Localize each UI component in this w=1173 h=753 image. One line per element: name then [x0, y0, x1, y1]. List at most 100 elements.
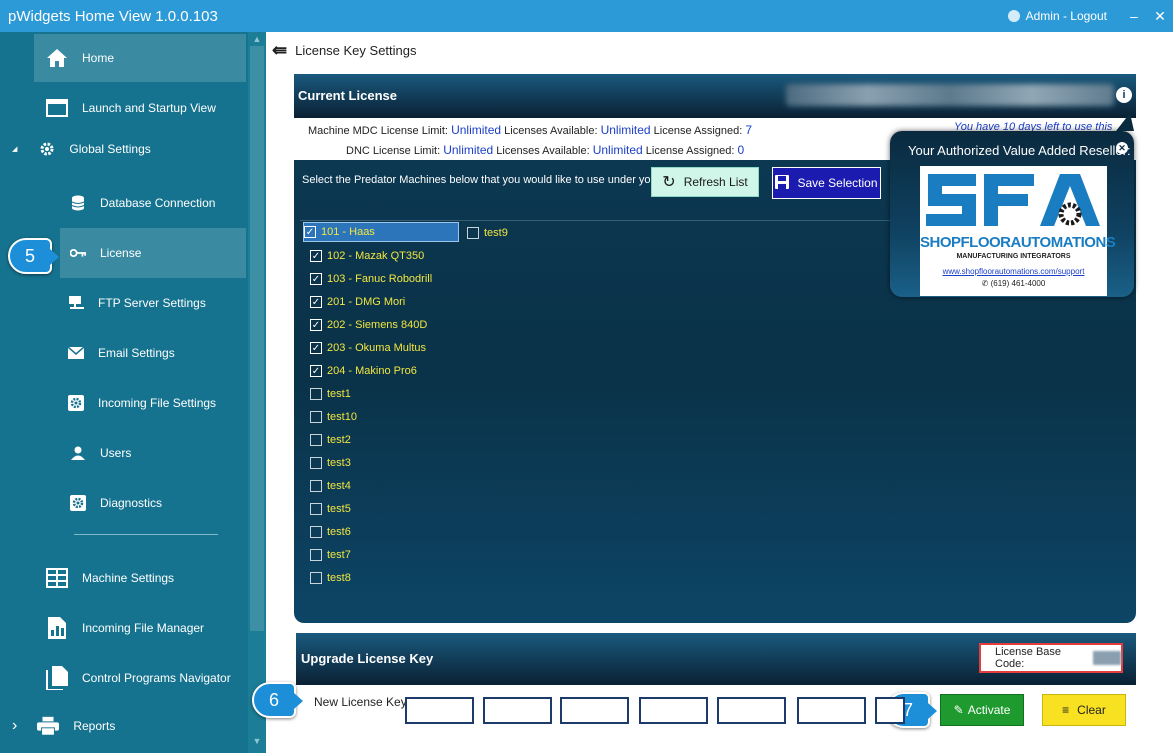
- sidebar-item-users[interactable]: Users: [70, 436, 248, 470]
- machine-item[interactable]: ✓ 102 - Mazak QT350: [310, 246, 424, 266]
- envelope-icon: [68, 345, 84, 361]
- license-key-field-2[interactable]: [483, 697, 552, 724]
- sidebar-item-incoming-file-manager[interactable]: Incoming File Manager: [34, 608, 246, 648]
- base-code-label: License Base Code:: [995, 646, 1062, 670]
- checkbox-unchecked[interactable]: [310, 434, 322, 446]
- close-button[interactable]: ✕: [1147, 8, 1173, 25]
- machine-item[interactable]: test2: [310, 430, 351, 450]
- checkbox-checked[interactable]: ✓: [310, 365, 322, 377]
- checkbox-checked[interactable]: ✓: [310, 273, 322, 285]
- machine-item[interactable]: test5: [310, 499, 351, 519]
- checkbox-checked[interactable]: ✓: [310, 250, 322, 262]
- clear-button[interactable]: ≡ Clear: [1042, 694, 1126, 726]
- save-selection-button[interactable]: Save Selection: [772, 167, 881, 199]
- minimize-button[interactable]: –: [1121, 8, 1147, 24]
- sidebar-item-control-programs[interactable]: Control Programs Navigator: [34, 658, 246, 698]
- activate-button[interactable]: ✎ Activate: [940, 694, 1024, 726]
- checkbox-unchecked[interactable]: [310, 480, 322, 492]
- scroll-down-icon[interactable]: ▼: [248, 736, 266, 746]
- user-menu[interactable]: Admin - Logout: [1007, 9, 1107, 23]
- machine-item[interactable]: test8: [310, 568, 351, 588]
- checkbox-unchecked[interactable]: [310, 526, 322, 538]
- license-key-field-3[interactable]: [560, 697, 629, 724]
- sidebar-item-machine-settings[interactable]: Machine Settings: [34, 558, 246, 598]
- checkbox-unchecked[interactable]: [310, 388, 322, 400]
- machine-item[interactable]: ✓ 201 - DMG Mori: [310, 292, 405, 312]
- checkbox-checked[interactable]: ✓: [304, 226, 316, 238]
- logout-link[interactable]: Admin - Logout: [1026, 9, 1107, 23]
- scrollbar-thumb[interactable]: [250, 46, 264, 631]
- sfa-logo-icon: [920, 166, 1107, 234]
- new-license-key-label: New License Key: [314, 695, 407, 709]
- printer-icon: [37, 715, 60, 737]
- machine-item[interactable]: ✓ 103 - Fanuc Robodrill: [310, 269, 432, 289]
- dnc-license-row: DNC License Limit: Unlimited Licenses Av…: [346, 143, 744, 157]
- checkbox-unchecked[interactable]: [310, 411, 322, 423]
- collapse-icon[interactable]: ◢: [12, 145, 17, 153]
- reseller-logo[interactable]: SHOPFLOORAUTOMATIONS MANUFACTURING INTEG…: [920, 166, 1116, 296]
- license-key-field-6[interactable]: [797, 697, 866, 724]
- reseller-phone-number: (619) 461-4000: [990, 279, 1046, 288]
- license-key-field-1[interactable]: [405, 697, 474, 724]
- checkbox-unchecked[interactable]: [467, 227, 479, 239]
- checkbox-checked[interactable]: ✓: [310, 296, 322, 308]
- scroll-up-icon[interactable]: ▲: [248, 34, 266, 44]
- network-icon: [68, 295, 84, 311]
- sidebar-item-ftp[interactable]: FTP Server Settings: [68, 286, 248, 320]
- machine-item[interactable]: test10: [310, 407, 357, 427]
- machine-name: test1: [327, 388, 351, 400]
- base-code-redacted: [1092, 651, 1121, 665]
- machine-item[interactable]: ✓ 203 - Okuma Multus: [310, 338, 426, 358]
- pencil-icon: ✎: [953, 703, 964, 717]
- checkbox-checked[interactable]: ✓: [310, 342, 322, 354]
- sidebar-item-reports[interactable]: › Reports: [12, 708, 248, 744]
- checkbox-checked[interactable]: ✓: [310, 319, 322, 331]
- sidebar-item-label: Global Settings: [69, 142, 151, 156]
- reseller-popup: Your Authorized Value Added Reseller: ✕ …: [890, 113, 1134, 297]
- mdc-available-value: Unlimited: [600, 123, 651, 137]
- machine-name: test6: [327, 526, 351, 538]
- clear-lines-icon: ≡: [1062, 703, 1070, 717]
- sidebar-item-diagnostics[interactable]: Diagnostics: [70, 486, 248, 520]
- sidebar-item-launch[interactable]: Launch and Startup View: [34, 84, 246, 132]
- sidebar-scrollbar[interactable]: ▲ ▼: [248, 32, 266, 753]
- license-key-field-5[interactable]: [717, 697, 786, 724]
- reseller-logo-name: SHOPFLOORAUTOMATIONS: [920, 234, 1116, 251]
- checkbox-unchecked[interactable]: [310, 549, 322, 561]
- section-title: Current License: [298, 88, 397, 103]
- info-icon[interactable]: i: [1116, 87, 1132, 103]
- machine-item[interactable]: test6: [310, 522, 351, 542]
- machine-name: test9: [484, 227, 508, 239]
- machine-item[interactable]: test7: [310, 545, 351, 565]
- machine-item[interactable]: test1: [310, 384, 351, 404]
- back-arrow-icon[interactable]: ⇚: [272, 40, 287, 61]
- machine-item[interactable]: test4: [310, 476, 351, 496]
- checkbox-unchecked[interactable]: [310, 457, 322, 469]
- close-icon[interactable]: ✕: [1116, 142, 1128, 154]
- sidebar-item-database[interactable]: Database Connection: [70, 186, 248, 220]
- sidebar-item-label: Database Connection: [100, 196, 216, 210]
- checkbox-unchecked[interactable]: [310, 503, 322, 515]
- machine-item[interactable]: test3: [310, 453, 351, 473]
- list-divider: [300, 220, 906, 221]
- mdc-license-row: Machine MDC License Limit: Unlimited Lic…: [308, 123, 752, 137]
- reseller-link[interactable]: www.shopfloorautomations.com/support: [920, 267, 1107, 276]
- phone-icon: ✆: [981, 279, 989, 288]
- machine-name: test10: [327, 411, 357, 423]
- sidebar-item-incoming-file-settings[interactable]: Incoming File Settings: [68, 386, 248, 420]
- sidebar: Home Launch and Startup View ◢ Global Se…: [0, 32, 266, 753]
- sidebar-item-license[interactable]: License: [60, 228, 246, 278]
- refresh-list-button[interactable]: ↻ Refresh List: [651, 167, 759, 197]
- machine-item[interactable]: test9: [467, 223, 508, 243]
- expand-icon[interactable]: ›: [12, 717, 17, 735]
- machine-item[interactable]: ✓ 202 - Siemens 840D: [310, 315, 427, 335]
- machine-item[interactable]: ✓ 101 - Haas: [303, 222, 459, 242]
- license-key-field-7[interactable]: [875, 697, 905, 724]
- step-badge-6: 6: [252, 682, 303, 718]
- license-key-field-4[interactable]: [639, 697, 708, 724]
- sidebar-item-global-settings[interactable]: ◢ Global Settings: [12, 134, 248, 164]
- sidebar-item-email[interactable]: Email Settings: [68, 336, 248, 370]
- checkbox-unchecked[interactable]: [310, 572, 322, 584]
- machine-item[interactable]: ✓ 204 - Makino Pro6: [310, 361, 417, 381]
- sidebar-item-home[interactable]: Home: [34, 34, 246, 82]
